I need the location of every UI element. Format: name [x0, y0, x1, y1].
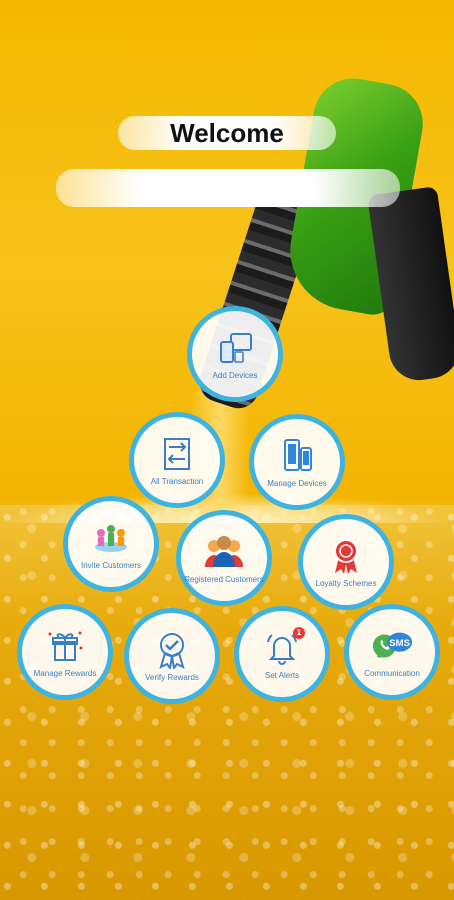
- alert-count-badge: 1: [293, 627, 305, 639]
- user-name-field: [56, 169, 400, 207]
- communication-label: Communication: [364, 668, 420, 678]
- customers-icon: [203, 533, 245, 571]
- set-alerts-button[interactable]: 1 Set Alerts: [234, 606, 330, 702]
- manage-rewards-label: Manage Rewards: [33, 668, 97, 678]
- invite-customers-button[interactable]: Invite Customers: [63, 496, 159, 592]
- phones-icon: [276, 437, 318, 475]
- registered-customers-button[interactable]: Registered Customers: [176, 510, 272, 606]
- all-transaction-label: All Transaction: [150, 476, 204, 486]
- add-devices-button[interactable]: Add Devices: [187, 306, 283, 402]
- loyalty-schemes-button[interactable]: Loyalty Schemes: [298, 514, 394, 610]
- sms-icon: SMS: [371, 627, 413, 665]
- manage-rewards-button[interactable]: Manage Rewards: [17, 604, 113, 700]
- welcome-title: Welcome: [118, 116, 336, 150]
- add-devices-label: Add Devices: [212, 370, 258, 380]
- verify-badge-icon: [151, 631, 193, 669]
- gift-icon: [44, 627, 86, 665]
- devices-icon: [214, 329, 256, 367]
- verify-rewards-label: Verify Rewards: [145, 672, 199, 682]
- loyalty-schemes-label: Loyalty Schemes: [315, 578, 377, 588]
- manage-devices-button[interactable]: Manage Devices: [249, 414, 345, 510]
- app-screen: Welcome Add Devices All Transaction Mana…: [0, 0, 454, 900]
- registered-customers-label: Registered Customers: [184, 574, 264, 584]
- invite-customers-label: Invite Customers: [80, 560, 142, 570]
- manage-devices-label: Manage Devices: [267, 478, 327, 488]
- ribbon-icon: [325, 537, 367, 575]
- invite-icon: [90, 519, 132, 557]
- nozzle-grip-image: [367, 186, 454, 384]
- all-transaction-button[interactable]: All Transaction: [129, 412, 225, 508]
- svg-text:SMS: SMS: [389, 638, 410, 649]
- verify-rewards-button[interactable]: Verify Rewards: [124, 608, 220, 704]
- transaction-icon: [156, 435, 198, 473]
- set-alerts-label: Set Alerts: [264, 670, 300, 680]
- communication-button[interactable]: SMS Communication: [344, 604, 440, 700]
